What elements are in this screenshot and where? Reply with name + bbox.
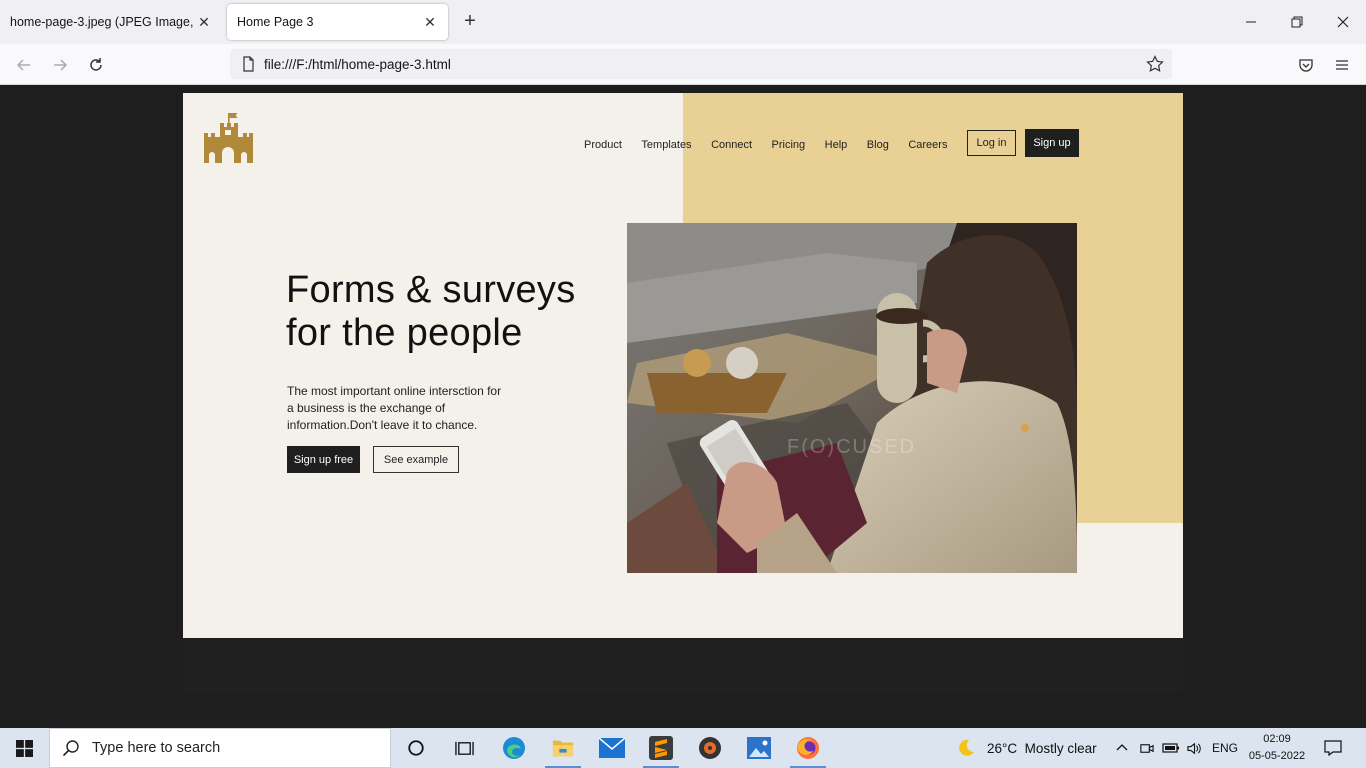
edge-browser-icon[interactable] <box>490 728 538 768</box>
see-example-button[interactable]: See example <box>373 446 459 473</box>
nav-careers[interactable]: Careers <box>908 139 947 151</box>
reload-icon[interactable] <box>83 52 109 78</box>
clock-date: 05-05-2022 <box>1248 750 1306 762</box>
language-indicator[interactable]: ENG <box>1212 728 1238 768</box>
clock-time: 02:09 <box>1263 733 1291 745</box>
castle-logo-icon[interactable] <box>203 111 253 163</box>
minimize-icon[interactable] <box>1228 0 1274 44</box>
weather-text: 26°C Mostly clear <box>987 740 1097 756</box>
moon-cloud-icon <box>959 739 974 756</box>
tab-title: home-page-3.jpeg (JPEG Image, 240 <box>10 15 196 29</box>
sublime-text-icon[interactable] <box>637 728 685 768</box>
taskbar: Type here to search 26°C Mostly clear EN… <box>0 728 1366 768</box>
search-placeholder: Type here to search <box>92 740 221 756</box>
nav-pricing[interactable]: Pricing <box>772 139 806 151</box>
hero-title-line-1: Forms & surveys <box>286 269 576 311</box>
browser-tab-bar: home-page-3.jpeg (JPEG Image, 240 ✕ Home… <box>0 0 1366 44</box>
photo-watermark: F(O)CUSED <box>787 436 916 458</box>
close-tab-icon[interactable]: ✕ <box>422 14 438 31</box>
task-view-icon[interactable] <box>440 728 488 768</box>
weather-widget[interactable]: 26°C Mostly clear <box>956 728 1097 768</box>
login-button[interactable]: Log in <box>967 130 1016 156</box>
signup-free-button[interactable]: Sign up free <box>287 446 360 473</box>
hero-title: Forms & surveys for the people <box>286 269 616 355</box>
tab-jpeg-image[interactable]: home-page-3.jpeg (JPEG Image, 240 ✕ <box>0 4 222 40</box>
hero-description: The most important online intersction fo… <box>287 384 502 432</box>
notifications-icon[interactable] <box>1324 728 1342 768</box>
hero-photo-woman-with-coffee: F(O)CUSED <box>627 223 1077 573</box>
tab-home-page-3[interactable]: Home Page 3 ✕ <box>227 4 448 40</box>
cortana-icon[interactable] <box>392 728 440 768</box>
media-player-icon[interactable] <box>686 728 734 768</box>
pocket-icon[interactable] <box>1293 52 1319 78</box>
close-tab-icon[interactable]: ✕ <box>196 14 212 31</box>
page-icon <box>243 56 254 72</box>
file-explorer-icon[interactable] <box>539 728 587 768</box>
signup-button[interactable]: Sign up <box>1025 129 1079 157</box>
url-text: file:///F:/html/home-page-3.html <box>264 56 451 72</box>
taskbar-clock[interactable]: 02:09 05-05-2022 <box>1246 731 1308 765</box>
menu-icon[interactable] <box>1329 52 1355 78</box>
nav-blog[interactable]: Blog <box>867 139 889 151</box>
address-bar[interactable]: file:///F:/html/home-page-3.html <box>230 49 1172 79</box>
site-nav: Product Templates Connect Pricing Help B… <box>584 139 967 151</box>
mail-icon[interactable] <box>588 728 636 768</box>
taskbar-search-box[interactable]: Type here to search <box>49 728 391 768</box>
windows-start-icon[interactable] <box>0 728 48 768</box>
restore-icon[interactable] <box>1274 0 1320 44</box>
page-footer <box>183 638 1183 693</box>
nav-templates[interactable]: Templates <box>641 139 691 151</box>
volume-icon[interactable] <box>1186 728 1203 768</box>
back-arrow-icon[interactable] <box>11 52 37 78</box>
photos-icon[interactable] <box>735 728 783 768</box>
page-content: Product Templates Connect Pricing Help B… <box>183 93 1183 638</box>
show-hidden-icons[interactable] <box>1115 728 1129 768</box>
firefox-icon[interactable] <box>784 728 832 768</box>
meet-now-icon[interactable] <box>1139 728 1154 768</box>
bookmark-star-icon[interactable] <box>1146 55 1164 73</box>
search-icon <box>62 740 79 757</box>
tab-title: Home Page 3 <box>237 15 314 29</box>
close-window-icon[interactable] <box>1320 0 1366 44</box>
forward-arrow-icon[interactable] <box>47 52 73 78</box>
battery-icon[interactable] <box>1162 728 1180 768</box>
browser-toolbar: file:///F:/html/home-page-3.html <box>0 44 1366 85</box>
new-tab-icon[interactable]: + <box>458 10 482 34</box>
hero-title-line-2: for the people <box>286 312 523 354</box>
nav-product[interactable]: Product <box>584 139 622 151</box>
nav-help[interactable]: Help <box>825 139 848 151</box>
nav-connect[interactable]: Connect <box>711 139 752 151</box>
